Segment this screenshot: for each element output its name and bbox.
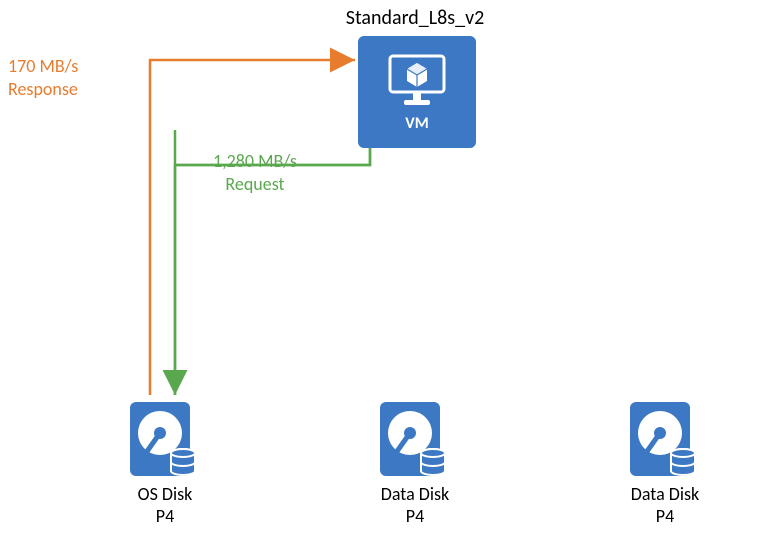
vm-node: VM xyxy=(358,36,476,148)
request-text: Request xyxy=(225,173,284,195)
response-text: Response xyxy=(8,78,78,100)
data-disk-2-tier: P4 xyxy=(656,505,674,527)
response-arrow xyxy=(150,60,355,395)
data-disk-1-name: Data Disk xyxy=(381,483,449,505)
data-disk-1-label: Data Disk P4 xyxy=(360,484,470,527)
request-label: 1,280 MB/s Request xyxy=(195,150,315,195)
data-disk-1-icon xyxy=(375,397,451,481)
vm-title: Standard_L8s_v2 xyxy=(330,6,500,30)
response-label: 170 MB/s Response xyxy=(8,55,78,100)
os-disk-icon xyxy=(125,397,201,481)
os-disk-label: OS Disk P4 xyxy=(110,484,220,527)
data-disk-2-name: Data Disk xyxy=(631,483,699,505)
diagram-canvas: 170 MB/s Response 1,280 MB/s Request Sta… xyxy=(0,0,762,545)
request-rate: 1,280 MB/s xyxy=(213,150,297,172)
response-rate: 170 MB/s xyxy=(8,55,78,77)
vm-label: VM xyxy=(405,114,428,133)
vm-icon xyxy=(386,52,448,110)
os-disk-tier: P4 xyxy=(156,505,174,527)
data-disk-2-label: Data Disk P4 xyxy=(610,484,720,527)
os-disk-name: OS Disk xyxy=(138,483,193,505)
data-disk-1-tier: P4 xyxy=(406,505,424,527)
data-disk-2-icon xyxy=(625,397,701,481)
